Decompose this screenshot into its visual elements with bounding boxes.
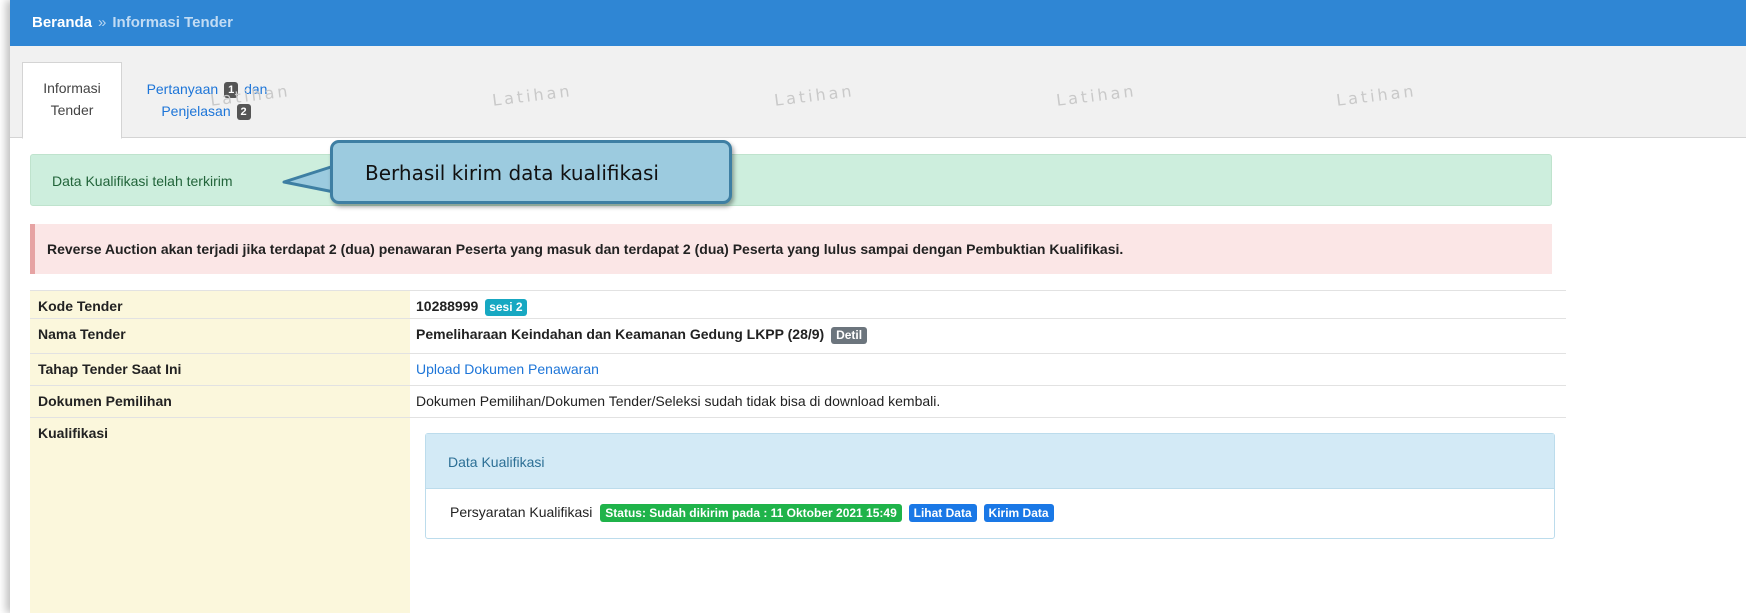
table-row-dokumen: Dokumen Pemilihan Dokumen Pemilihan/Doku…: [30, 385, 1566, 417]
status-badge: Status: Sudah dikirim pada : 11 Oktober …: [600, 504, 902, 522]
kualifikasi-panel-header: Data Kualifikasi: [426, 434, 1554, 489]
kualifikasi-panel: Data Kualifikasi Persyaratan Kualifikasi…: [425, 433, 1555, 539]
kode-tender-value: 10288999: [416, 298, 479, 314]
tender-info-table: Kode Tender 10288999 sesi 2 Nama Tender …: [30, 290, 1566, 613]
row-value: Pemeliharaan Keindahan dan Keamanan Gedu…: [416, 326, 868, 344]
row-label: Kode Tender: [30, 291, 410, 318]
warning-alert: Reverse Auction akan terjadi jika terdap…: [30, 224, 1552, 274]
page-frame: Beranda » Informasi Tender Informasi Tende…: [10, 0, 1746, 613]
success-alert-text: Data Kualifikasi telah terkirim: [52, 173, 233, 189]
tab-qa-label-a: Pertanyaan: [146, 81, 219, 97]
row-value: Upload Dokumen Penawaran: [416, 361, 599, 377]
session-badge: sesi 2: [485, 299, 527, 316]
row-label: Dokumen Pemilihan: [30, 386, 410, 417]
row-value: Dokumen Pemilihan/Dokumen Tender/Seleksi…: [416, 393, 941, 409]
table-row-tahap: Tahap Tender Saat Ini Upload Dokumen Pen…: [30, 353, 1566, 385]
breadcrumb-current: Informasi Tender: [112, 14, 233, 31]
kirim-data-button[interactable]: Kirim Data: [983, 504, 1054, 522]
row-label: Nama Tender: [30, 319, 410, 353]
detail-button[interactable]: Detil: [831, 327, 868, 344]
kualifikasi-panel-body: Persyaratan Kualifikasi Status: Sudah di…: [450, 504, 1054, 522]
row-value: 10288999 sesi 2: [416, 298, 527, 316]
top-bar: Beranda » Informasi Tender: [10, 0, 1746, 46]
warning-alert-text: Reverse Auction akan terjadi jika terdap…: [47, 241, 1124, 257]
kualifikasi-panel-title: Data Kualifikasi: [448, 454, 545, 470]
table-row-kode: Kode Tender 10288999 sesi 2: [30, 290, 1566, 318]
callout-text: Berhasil kirim data kualifikasi: [365, 161, 659, 185]
tab-informasi-line1: Informasi: [43, 80, 101, 96]
persyaratan-label: Persyaratan Kualifikasi: [450, 504, 593, 520]
row-label: Kualifikasi: [30, 418, 410, 613]
success-alert: Data Kualifikasi telah terkirim: [30, 154, 1552, 206]
callout-annotation: Berhasil kirim data kualifikasi: [330, 140, 732, 204]
tahap-tender-link[interactable]: Upload Dokumen Penawaran: [416, 361, 599, 377]
tab-informasi-line2: Tender: [50, 102, 94, 118]
row-label: Tahap Tender Saat Ini: [30, 354, 410, 385]
breadcrumb-separator: »: [98, 14, 107, 31]
breadcrumb-home-link[interactable]: Beranda: [32, 14, 92, 31]
lihat-data-button[interactable]: Lihat Data: [908, 504, 977, 522]
breadcrumb: Beranda » Informasi Tender: [32, 14, 233, 31]
nama-tender-value: Pemeliharaan Keindahan dan Keamanan Gedu…: [416, 326, 825, 342]
tab-informasi-tender[interactable]: Informasi Tender: [22, 62, 122, 139]
table-row-nama: Nama Tender Pemeliharaan Keindahan dan K…: [30, 318, 1566, 353]
